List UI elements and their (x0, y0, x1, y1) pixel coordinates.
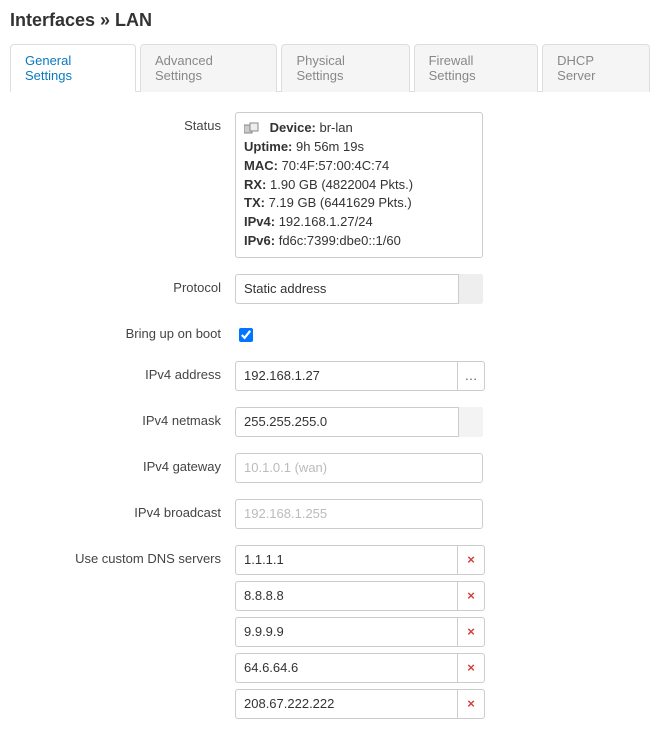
page-title: Interfaces » LAN (10, 10, 650, 31)
label-protocol: Protocol (10, 274, 235, 295)
dns-server-input[interactable] (235, 689, 457, 719)
close-icon: × (467, 588, 475, 603)
status-ipv4-value: 192.168.1.27/24 (279, 214, 373, 229)
status-device-value: br-lan (320, 120, 353, 135)
dns-delete-button[interactable]: × (457, 617, 485, 647)
protocol-select[interactable] (235, 274, 483, 304)
ipv4-gateway-input[interactable] (235, 453, 483, 483)
status-tx-label: TX: (244, 195, 265, 210)
label-ipv4-broadcast: IPv4 broadcast (10, 499, 235, 520)
status-ipv6-label: IPv6: (244, 233, 275, 248)
dns-server-input[interactable] (235, 617, 457, 647)
device-icon (244, 122, 262, 136)
close-icon: × (467, 660, 475, 675)
tab-dhcp-server[interactable]: DHCP Server (542, 44, 650, 92)
dns-server-input[interactable] (235, 653, 457, 683)
dns-servers-list: × × × × × (235, 545, 495, 725)
status-ipv6-value: fd6c:7399:dbe0::1/60 (279, 233, 401, 248)
status-ipv4-label: IPv4: (244, 214, 275, 229)
status-tx-value: 7.19 GB (6441629 Pkts.) (269, 195, 412, 210)
tab-advanced-settings[interactable]: Advanced Settings (140, 44, 277, 92)
dns-server-input[interactable] (235, 545, 457, 575)
status-mac-label: MAC: (244, 158, 278, 173)
ipv4-broadcast-input[interactable] (235, 499, 483, 529)
dns-delete-button[interactable]: × (457, 689, 485, 719)
dns-delete-button[interactable]: × (457, 581, 485, 611)
tab-physical-settings[interactable]: Physical Settings (281, 44, 409, 92)
status-rx-label: RX: (244, 177, 266, 192)
tab-bar: General Settings Advanced Settings Physi… (10, 43, 650, 92)
bring-up-on-boot-checkbox[interactable] (239, 328, 253, 342)
tab-firewall-settings[interactable]: Firewall Settings (414, 44, 539, 92)
close-icon: × (467, 624, 475, 639)
label-ipv4-netmask: IPv4 netmask (10, 407, 235, 428)
label-ipv4-gateway: IPv4 gateway (10, 453, 235, 474)
tab-general-settings[interactable]: General Settings (10, 44, 136, 92)
label-dns-servers: Use custom DNS servers (10, 545, 235, 566)
status-mac-value: 70:4F:57:00:4C:74 (282, 158, 390, 173)
dns-delete-button[interactable]: × (457, 653, 485, 683)
dns-delete-button[interactable]: × (457, 545, 485, 575)
status-uptime-label: Uptime: (244, 139, 292, 154)
label-bring-up-on-boot: Bring up on boot (10, 320, 235, 341)
label-status: Status (10, 112, 235, 133)
label-ipv4-address: IPv4 address (10, 361, 235, 382)
ipv4-address-more-button[interactable]: … (457, 361, 485, 391)
status-rx-value: 1.90 GB (4822004 Pkts.) (270, 177, 413, 192)
dns-server-input[interactable] (235, 581, 457, 611)
close-icon: × (467, 552, 475, 567)
status-uptime-value: 9h 56m 19s (296, 139, 364, 154)
status-box: Device: br-lan Uptime: 9h 56m 19s MAC: 7… (235, 112, 483, 258)
ipv4-netmask-select[interactable] (235, 407, 483, 437)
status-device-label: Device: (270, 120, 316, 135)
close-icon: × (467, 696, 475, 711)
ipv4-address-input[interactable] (235, 361, 457, 391)
